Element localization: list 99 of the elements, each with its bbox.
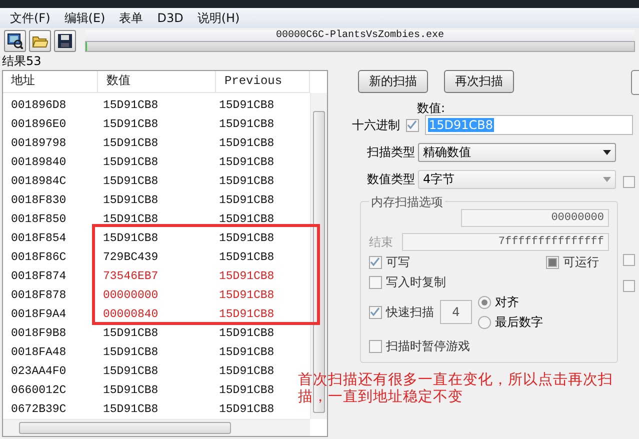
checkbox-label: 写入时复制 [386, 274, 446, 290]
result-count: 结果53 [1, 54, 42, 68]
end-label: 结束 [369, 234, 394, 250]
table-cell-text: 15D91CB8 [102, 346, 160, 359]
value-label: 数值: [417, 101, 446, 115]
checkbox[interactable] [623, 176, 635, 188]
table-cell-text: 0018F830 [10, 194, 68, 207]
checkbox[interactable] [369, 340, 382, 352]
column-header[interactable]: Previous [216, 71, 310, 92]
checkbox[interactable] [369, 306, 382, 318]
table-cell-text: 0660012C [10, 384, 68, 397]
table-cell-text: 15D91CB8 [218, 346, 276, 359]
table-cell-text: 0018F850 [10, 213, 68, 226]
caret-icon[interactable] [603, 150, 611, 155]
table-cell-text: 15D91CB8 [218, 270, 276, 283]
checkbox[interactable] [369, 256, 382, 268]
table-cell-text: 15D91CB8 [218, 156, 276, 169]
table-cell-text: 0018FA48 [10, 346, 68, 359]
column-header[interactable]: 地址 [3, 71, 98, 92]
table-cell-text: 15D91CB8 [218, 365, 276, 378]
checkbox[interactable] [406, 118, 419, 132]
menu-item[interactable]: 说明(H) [191, 10, 246, 26]
table-cell-text: 001896E0 [10, 118, 68, 131]
table-cell-text: 73546EB7 [102, 270, 160, 283]
checkbox-label: 可写 [386, 254, 410, 270]
checkbox-label: 可运行 [563, 254, 599, 270]
checkbox[interactable] [369, 276, 382, 288]
menu-item[interactable]: 编辑(E) [58, 10, 112, 26]
table-cell-text: 15D91CB8 [218, 384, 276, 397]
start-field[interactable]: 00000000 [461, 209, 609, 227]
radio-button[interactable] [478, 316, 491, 328]
table-cell-text: 15D91CB8 [102, 327, 160, 340]
table-cell-text: 15D91CB8 [218, 251, 276, 264]
table-cell-text: 15D91CB8 [102, 194, 160, 207]
save-icon[interactable] [54, 30, 76, 52]
table-cell-text: 0018F9B8 [10, 327, 68, 340]
end-field[interactable]: 7fffffffffffffff [402, 233, 609, 251]
column-header[interactable]: 数值 [98, 71, 216, 92]
checkbox[interactable] [623, 280, 635, 292]
table-cell-text: 00000000 [102, 289, 160, 302]
radio-label: 对齐 [495, 294, 519, 310]
table-cell-text: 00189798 [10, 137, 68, 150]
value-type-label: 数值类型 [366, 171, 415, 188]
horizontal-scrollbar[interactable] [3, 419, 310, 436]
scan-button[interactable]: 新的扫描 [358, 70, 428, 93]
table-cell-text: 15D91CB8 [102, 99, 160, 112]
table-cell-text: 15D91CB8 [218, 213, 276, 226]
table-cell-text: 15D91CB8 [218, 308, 276, 321]
table-cell-text: 15D91CB8 [102, 156, 160, 169]
table-cell-text: 15D91CB8 [102, 232, 160, 245]
table-cell-text: 15D91CB8 [218, 327, 276, 340]
table-cell-text: 0672B39C [10, 403, 68, 416]
table-cell-text: 0018F854 [10, 232, 68, 245]
table-cell-text: 0018F878 [10, 289, 68, 302]
scan-button[interactable]: 再次扫描 [444, 70, 514, 93]
table-cell-text: 15D91CB8 [102, 137, 160, 150]
table-cell-text: 15D91CB8 [218, 289, 276, 302]
value-type-dropdown[interactable]: 4字节 [418, 170, 616, 189]
table-cell-text: 15D91CB8 [218, 232, 276, 245]
checkbox[interactable] [623, 254, 635, 266]
menu-item[interactable]: 文件(F) [4, 10, 56, 26]
table-cell-text: 15D91CB8 [218, 175, 276, 188]
hex-label: 十六进制 [351, 116, 400, 134]
process-name: 00000C6C-PlantsVsZombies.exe [85, 30, 635, 41]
scan-type-dropdown[interactable]: 精确数值 [418, 143, 616, 162]
scan-type-label: 扫描类型 [366, 144, 415, 161]
table-cell-text: 15D91CB8 [102, 118, 160, 131]
table-cell-text: 15D91CB8 [218, 137, 276, 150]
table-cell-text: 15D91CB8 [102, 403, 160, 416]
table-cell-text: 001896D8 [10, 99, 68, 112]
checkbox-label: 快速扫描 [386, 304, 434, 320]
computer-icon[interactable] [4, 30, 26, 52]
checkbox[interactable] [546, 256, 559, 268]
table-cell-text: 729BC439 [102, 251, 160, 264]
vertical-scrollbar[interactable] [310, 93, 327, 419]
alignment-field[interactable]: 4 [440, 300, 472, 324]
menu-item[interactable]: D3D [151, 11, 190, 25]
folder-icon[interactable] [29, 30, 51, 52]
table-cell-text: 15D91CB8 [218, 403, 276, 416]
annotation-text: 首次扫描还有很多一直在变化，所以点击再次扫描，一直到地址稳定不变 [298, 372, 614, 406]
menu-item[interactable]: 表单 [113, 10, 150, 26]
table-cell-text: 15D91CB8 [218, 118, 276, 131]
table-cell-text: 15D91CB8 [102, 175, 160, 188]
table-cell-text: 15D91CB8 [218, 194, 276, 207]
table-cell-text: 0018F9A4 [10, 308, 68, 321]
table-cell-text: 023AA4F0 [10, 365, 68, 378]
table-cell-text: 00189840 [10, 156, 68, 169]
table-cell-text: 0018F86C [10, 251, 68, 264]
radio-button[interactable] [478, 296, 491, 308]
group-title: 内存扫描选项 [369, 194, 445, 211]
checkbox-label: 扫描时暂停游戏 [386, 338, 470, 354]
table-cell-text: 15D91CB8 [102, 213, 160, 226]
table-cell-text: 0018F874 [10, 270, 68, 283]
table-cell-text: 15D91CB8 [102, 365, 160, 378]
table-cell-text: 15D91CB8 [218, 99, 276, 112]
table-cell-text: 15D91CB8 [102, 384, 160, 397]
table-cell-text: 0018984C [10, 175, 68, 188]
radio-label: 最后数字 [495, 314, 543, 330]
table-cell-text: 00000840 [102, 308, 160, 321]
